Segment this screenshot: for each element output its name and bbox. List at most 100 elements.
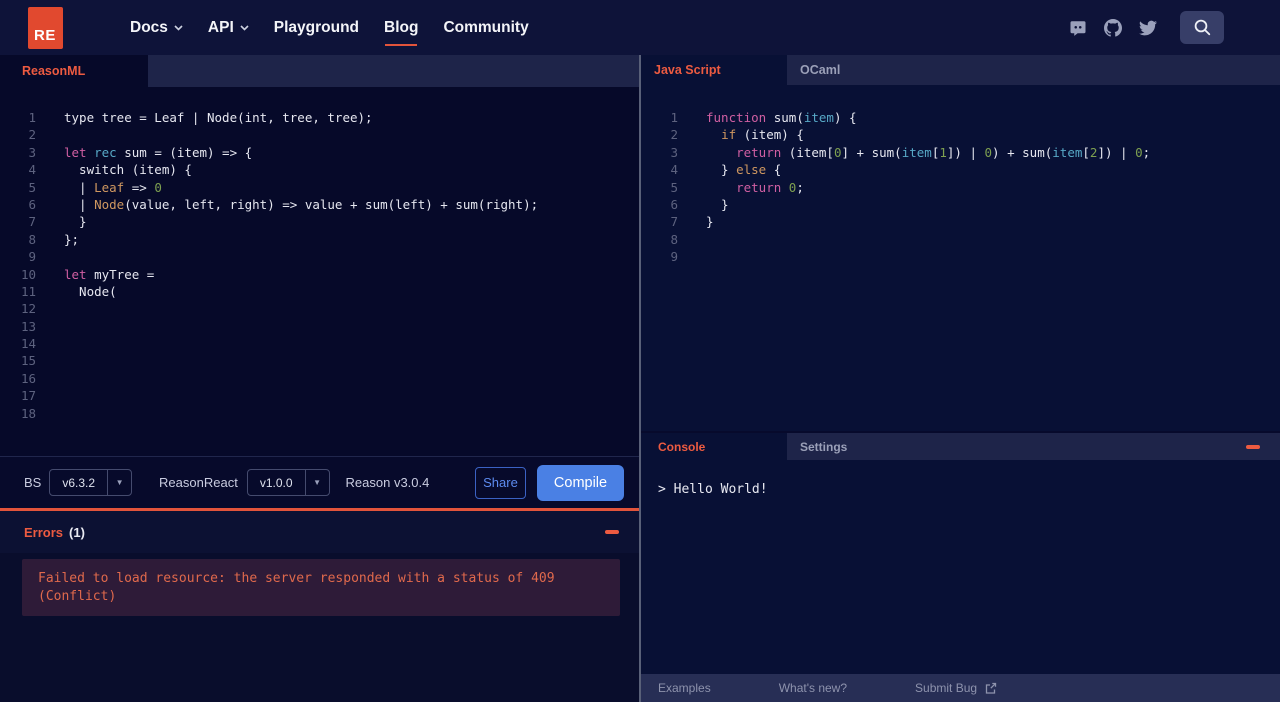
playground-footer: Examples What's new? Submit Bug (641, 674, 1280, 702)
code-line: 7 } (0, 213, 639, 230)
whats-new-link[interactable]: What's new? (779, 681, 847, 695)
main-split: ReasonML 1 type tree = Leaf | Node(int, t… (0, 55, 1280, 702)
line-number: 1 (28, 110, 36, 125)
javascript-output-editor[interactable]: 1 function sum(item) {2 if (item) {3 retu… (641, 85, 1280, 431)
output-tabbar: Java Script OCaml (641, 55, 1280, 85)
code-line: 2 (0, 126, 639, 143)
reasonreact-version-select[interactable]: v1.0.0 ▼ (246, 469, 330, 496)
code-line: 14 (0, 335, 639, 352)
console-output: > Hello World! (641, 460, 1280, 674)
code-line: 2 if (item) { (641, 126, 1280, 143)
examples-link[interactable]: Examples (658, 681, 711, 695)
line-number: 7 (670, 214, 678, 230)
twitter-icon[interactable] (1139, 19, 1157, 37)
discord-icon[interactable] (1069, 19, 1087, 37)
error-message-line: Failed to load resource: the server resp… (38, 571, 555, 586)
code-line: 11 Node( (0, 283, 639, 300)
nav-menu: Docs API Playground Blog Community (130, 0, 529, 55)
bs-label: BS (24, 475, 42, 490)
line-number: 4 (670, 162, 678, 178)
line-number: 9 (670, 249, 678, 265)
collapse-errors-icon[interactable] (605, 530, 619, 534)
submit-bug-link[interactable]: Submit Bug (915, 681, 997, 695)
bs-version-select[interactable]: v6.3.2 ▼ (49, 469, 133, 496)
reasonreact-version-value: v1.0.0 (259, 475, 293, 490)
error-message: Failed to load resource: the server resp… (22, 559, 620, 616)
nav-item-community[interactable]: Community (443, 0, 528, 55)
console-output-line: > Hello World! (658, 482, 768, 497)
nav-item-docs[interactable]: Docs (130, 0, 183, 55)
external-link-icon (985, 682, 997, 694)
code-line: 6 | Node(value, left, right) => value + … (0, 196, 639, 213)
line-number: 7 (28, 214, 36, 230)
line-number: 8 (28, 231, 36, 247)
code-line: 8 (641, 231, 1280, 248)
tab-console[interactable]: Console (641, 433, 787, 460)
line-number: 13 (20, 318, 36, 334)
code-line: 4 switch (item) { (0, 161, 639, 178)
search-icon (1194, 19, 1210, 36)
code-line: 10 let myTree = (0, 266, 639, 283)
reason-tabbar: ReasonML (0, 55, 639, 87)
line-number: 15 (20, 353, 36, 369)
console-tabbar: Console Settings (641, 431, 1280, 460)
errors-body: Failed to load resource: the server resp… (0, 553, 639, 702)
line-number: 16 (20, 370, 36, 386)
line-number: 2 (670, 127, 678, 143)
code-line: 15 (0, 352, 639, 369)
code-line: 4 } else { (641, 161, 1280, 178)
line-number: 14 (20, 336, 36, 352)
line-number: 18 (20, 405, 36, 421)
code-line: 7} (641, 213, 1280, 230)
code-line: 5 return 0; (641, 179, 1280, 196)
output-panel: Java Script OCaml 1 function sum(item) {2… (641, 55, 1280, 702)
code-line: 13 (0, 318, 639, 335)
github-icon[interactable] (1104, 18, 1122, 37)
tab-ocaml[interactable]: OCaml (787, 55, 933, 85)
line-number: 1 (670, 110, 678, 125)
code-line: 12 (0, 300, 639, 317)
line-number: 8 (670, 231, 678, 247)
line-number: 4 (28, 162, 36, 178)
line-number: 5 (28, 179, 36, 195)
chevron-down-icon (240, 24, 249, 31)
bs-version-value: v6.3.2 (62, 475, 96, 490)
caret-down-icon: ▼ (304, 470, 329, 495)
code-line: 9 (0, 248, 639, 265)
collapse-console-icon[interactable] (1246, 444, 1260, 449)
reason-editor[interactable]: 1 type tree = Leaf | Node(int, tree, tree… (0, 87, 639, 456)
tab-javascript[interactable]: Java Script (641, 55, 787, 85)
code-line: 8}; (0, 231, 639, 248)
line-number: 17 (20, 388, 36, 404)
code-line: 16 (0, 370, 639, 387)
search-button[interactable] (1180, 11, 1224, 44)
line-number: 3 (670, 144, 678, 160)
reasonreact-label: ReasonReact (159, 475, 238, 490)
errors-title: Errors (24, 524, 64, 540)
code-line: 9 (641, 248, 1280, 265)
nav-item-playground[interactable]: Playground (274, 0, 359, 55)
reason-version-text: Reason v3.0.4 (345, 475, 430, 490)
reason-logo[interactable]: RE (28, 6, 63, 49)
top-nav: RE Docs API Playground Blog Community (0, 0, 1280, 55)
code-line: 1 function sum(item) { (641, 109, 1280, 126)
tab-settings[interactable]: Settings (787, 433, 933, 460)
line-number: 10 (20, 266, 36, 282)
line-number: 3 (28, 144, 36, 160)
chevron-down-icon (174, 24, 183, 31)
code-line: 3 let rec sum = (item) => { (0, 144, 639, 161)
line-number: 11 (20, 283, 36, 299)
code-line: 3 return (item[0] + sum(item[1]) | 0) + … (641, 144, 1280, 161)
line-number: 2 (28, 127, 36, 143)
line-number: 9 (28, 249, 36, 265)
line-number: 6 (670, 196, 678, 212)
compile-toolbar: BS v6.3.2 ▼ ReasonReact v1.0.0 ▼ Reason … (0, 456, 639, 508)
errors-header: Errors (1) (0, 511, 639, 553)
tab-reasonml[interactable]: ReasonML (0, 55, 148, 87)
line-number: 6 (28, 196, 36, 212)
nav-right (1069, 11, 1280, 44)
share-button[interactable]: Share (475, 466, 526, 499)
nav-item-blog[interactable]: Blog (384, 0, 418, 55)
compile-button[interactable]: Compile (537, 464, 624, 501)
nav-item-api[interactable]: API (208, 0, 249, 55)
